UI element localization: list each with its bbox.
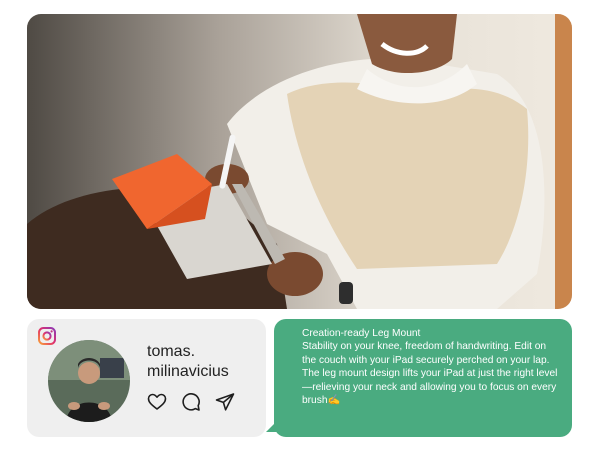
avatar[interactable]	[48, 340, 130, 422]
username[interactable]: tomas. milinavicius	[147, 342, 263, 382]
avatar-image	[48, 340, 130, 422]
instagram-icon[interactable]	[37, 326, 57, 346]
heart-icon[interactable]	[147, 392, 167, 412]
hero-photo	[27, 14, 572, 309]
post-actions	[147, 392, 235, 412]
send-icon[interactable]	[215, 392, 235, 412]
hero-illustration	[27, 14, 572, 309]
comment-icon[interactable]	[181, 392, 201, 412]
caption-heading: Creation-ready Leg Mount	[302, 328, 421, 339]
post-caption-bubble: Creation-ready Leg Mount Stability on yo…	[274, 319, 572, 437]
caption-body: Stability on your knee, freedom of handw…	[302, 341, 558, 407]
username-line-1: tomas.	[147, 343, 196, 360]
username-line-2: milinavicius	[147, 363, 229, 380]
profile-card: tomas. milinavicius	[27, 319, 266, 437]
